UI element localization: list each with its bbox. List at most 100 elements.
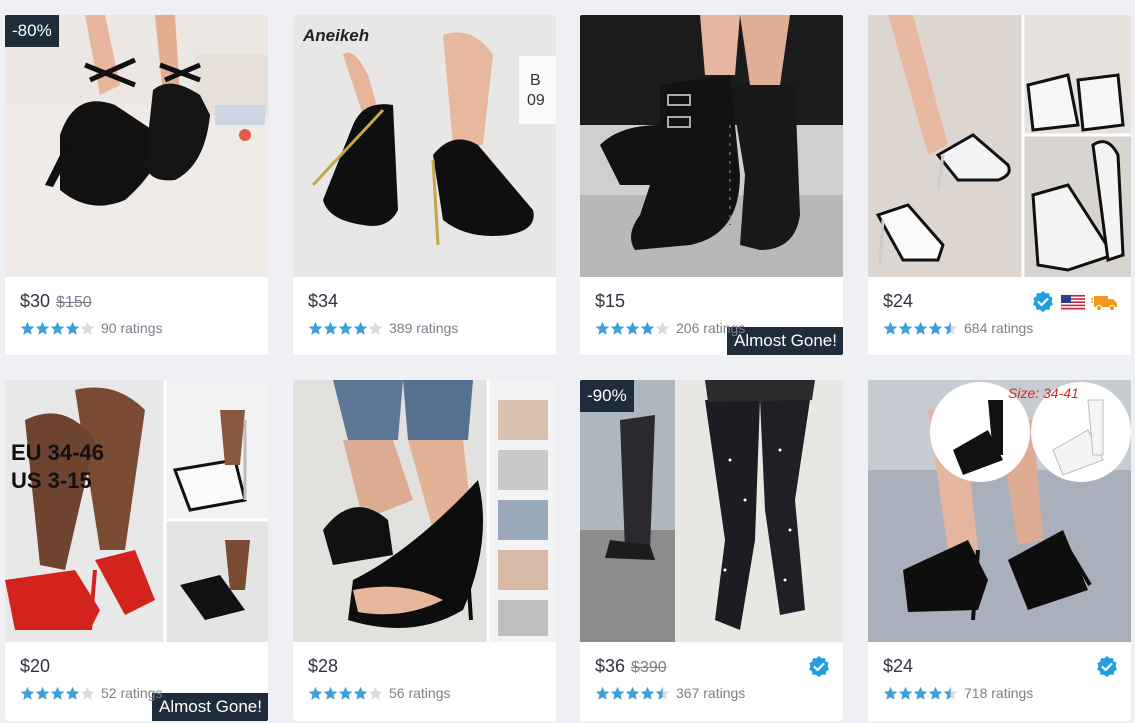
price-row: $24 bbox=[883, 656, 913, 680]
rating-row: 56 ratings bbox=[308, 685, 450, 701]
svg-text:US 3-15: US 3-15 bbox=[11, 468, 92, 493]
star-icon bbox=[883, 321, 898, 335]
product-grid: -80% $30 $150 90 ratings B 09 Aneikeh $3… bbox=[0, 0, 1135, 723]
product-image[interactable]: Size: 34-41 bbox=[868, 380, 1131, 642]
product-card[interactable]: -80% $30 $150 90 ratings bbox=[5, 15, 268, 355]
star-icon bbox=[640, 686, 655, 700]
seller-badges bbox=[807, 655, 831, 679]
ratings-count: 52 ratings bbox=[101, 685, 163, 701]
price-row: $15 bbox=[595, 291, 625, 315]
discount-badge: -80% bbox=[5, 15, 59, 47]
star-icon bbox=[928, 321, 943, 335]
almost-gone-tag: Almost Gone! bbox=[152, 693, 268, 721]
star-icon bbox=[338, 321, 353, 335]
product-image[interactable] bbox=[868, 15, 1131, 277]
rating-row: 367 ratings bbox=[595, 685, 745, 701]
star-icon bbox=[308, 321, 323, 335]
star-icon bbox=[913, 686, 928, 700]
original-price: $150 bbox=[56, 294, 92, 311]
star-icon bbox=[595, 321, 610, 335]
star-icon bbox=[928, 686, 943, 700]
seller-badges bbox=[1031, 290, 1119, 314]
rating-row: 718 ratings bbox=[883, 685, 1033, 701]
product-image[interactable] bbox=[5, 15, 268, 277]
price: $30 bbox=[20, 291, 51, 311]
verified-icon bbox=[1097, 656, 1117, 677]
product-card[interactable]: -90% $36 $390 367 ratings bbox=[580, 380, 843, 721]
star-icon bbox=[943, 686, 958, 700]
product-image[interactable]: EU 34-46 US 3-15 bbox=[5, 380, 268, 642]
star-rating bbox=[20, 686, 95, 701]
svg-text:EU 34-46: EU 34-46 bbox=[11, 440, 104, 465]
star-icon bbox=[595, 686, 610, 700]
star-icon bbox=[308, 686, 323, 700]
product-card[interactable]: B 09 Aneikeh $34 389 ratings bbox=[293, 15, 556, 355]
price: $20 bbox=[20, 656, 51, 676]
price-row: $36 $390 bbox=[595, 656, 667, 680]
price: $15 bbox=[595, 291, 626, 311]
original-price: $390 bbox=[631, 659, 667, 676]
star-icon bbox=[655, 321, 670, 335]
us-flag-icon bbox=[1061, 294, 1085, 311]
star-icon bbox=[353, 686, 368, 700]
star-icon bbox=[625, 321, 640, 335]
star-icon bbox=[323, 321, 338, 335]
price: $28 bbox=[308, 656, 339, 676]
rating-row: 52 ratings bbox=[20, 685, 162, 701]
image-caption: Size: 34-41 bbox=[1008, 385, 1079, 401]
star-icon bbox=[943, 321, 958, 335]
price-row: $30 $150 bbox=[20, 291, 92, 315]
star-icon bbox=[610, 321, 625, 335]
star-icon bbox=[35, 686, 50, 700]
star-icon bbox=[338, 686, 353, 700]
star-icon bbox=[20, 321, 35, 335]
price-row: $28 bbox=[308, 656, 338, 680]
price: $36 bbox=[595, 656, 626, 676]
discount-badge: -90% bbox=[580, 380, 634, 412]
rating-row: 684 ratings bbox=[883, 320, 1033, 336]
product-card[interactable]: Size: 34-41 $24 718 ratings bbox=[868, 380, 1131, 721]
ratings-count: 56 ratings bbox=[389, 685, 451, 701]
price-row: $34 bbox=[308, 291, 338, 315]
product-image[interactable]: B 09 Aneikeh bbox=[293, 15, 556, 277]
image-caption: Aneikeh bbox=[302, 26, 369, 45]
ratings-count: 718 ratings bbox=[964, 685, 1034, 701]
product-card[interactable]: EU 34-46 US 3-15 Almost Gone! $20 52 rat… bbox=[5, 380, 268, 721]
star-rating bbox=[595, 686, 670, 701]
product-card[interactable]: $28 56 ratings bbox=[293, 380, 556, 721]
star-icon bbox=[65, 321, 80, 335]
star-rating bbox=[308, 321, 383, 336]
rating-row: 90 ratings bbox=[20, 320, 162, 336]
ratings-count: 90 ratings bbox=[101, 320, 163, 336]
star-rating bbox=[883, 321, 958, 336]
price-row: $24 bbox=[883, 291, 913, 315]
star-icon bbox=[898, 321, 913, 335]
verified-icon bbox=[1033, 291, 1053, 312]
star-rating bbox=[20, 321, 95, 336]
product-image[interactable] bbox=[293, 380, 556, 642]
ratings-count: 389 ratings bbox=[389, 320, 459, 336]
star-icon bbox=[353, 321, 368, 335]
ratings-count: 206 ratings bbox=[676, 320, 746, 336]
ratings-count: 684 ratings bbox=[964, 320, 1034, 336]
star-icon bbox=[610, 686, 625, 700]
fast-shipping-icon bbox=[1091, 296, 1117, 312]
product-image[interactable] bbox=[580, 380, 843, 642]
price: $24 bbox=[883, 656, 914, 676]
star-icon bbox=[883, 686, 898, 700]
verified-icon bbox=[809, 656, 829, 677]
price: $34 bbox=[308, 291, 339, 311]
star-icon bbox=[50, 686, 65, 700]
svg-text:B: B bbox=[530, 72, 541, 89]
ratings-count: 367 ratings bbox=[676, 685, 746, 701]
star-icon bbox=[625, 686, 640, 700]
rating-row: 389 ratings bbox=[308, 320, 458, 336]
price: $24 bbox=[883, 291, 914, 311]
star-icon bbox=[368, 321, 383, 335]
product-card[interactable]: Almost Gone! $15 206 ratings bbox=[580, 15, 843, 355]
star-icon bbox=[80, 686, 95, 700]
product-card[interactable]: $24 684 ratings bbox=[868, 15, 1131, 355]
star-icon bbox=[20, 686, 35, 700]
product-image[interactable] bbox=[580, 15, 843, 277]
star-icon bbox=[323, 686, 338, 700]
